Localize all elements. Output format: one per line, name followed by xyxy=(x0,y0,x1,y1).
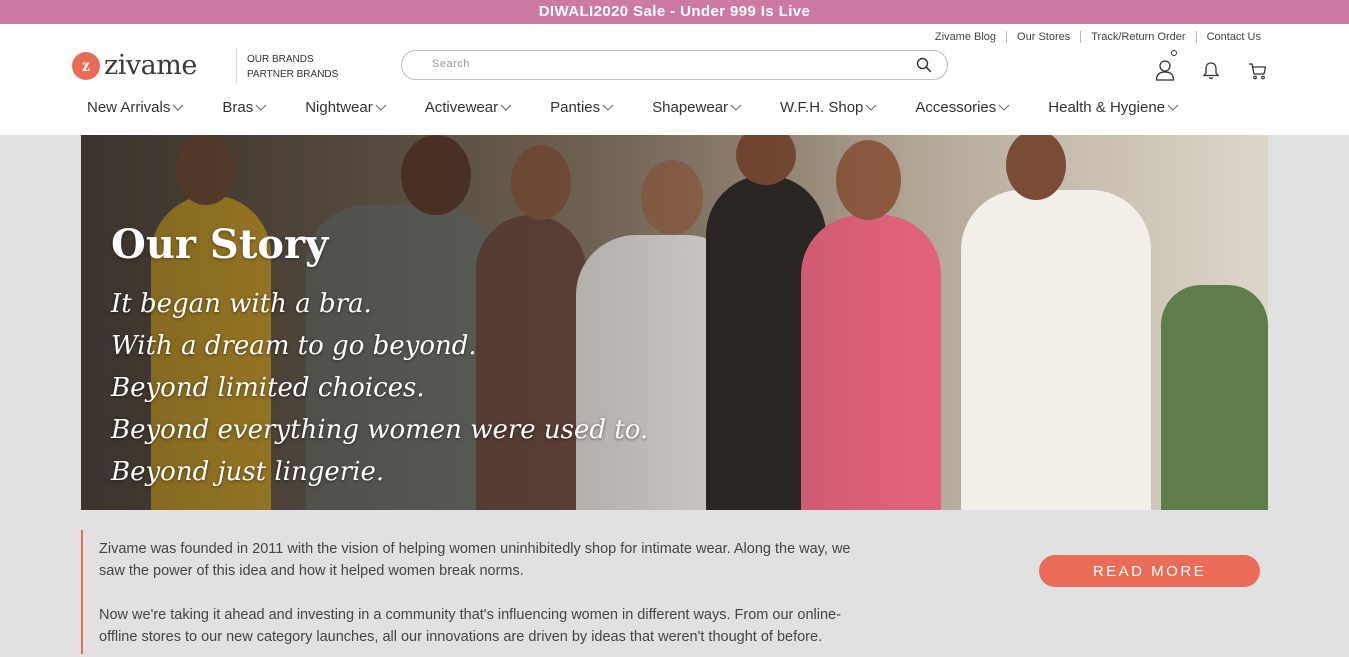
hero-line: Beyond everything women were used to. xyxy=(111,415,649,445)
nav-label: Panties xyxy=(550,98,601,116)
bell-icon[interactable] xyxy=(1202,61,1220,85)
partner-brands-link[interactable]: PARTNER BRANDS xyxy=(247,67,338,82)
nav-wfh-shop[interactable]: W.F.H. Shop xyxy=(780,98,877,116)
utility-links: Zivame Blog Our Stores Track/Return Orde… xyxy=(925,31,1271,43)
read-more-button[interactable]: READ MORE xyxy=(1039,555,1260,587)
nav-bras[interactable]: Bras xyxy=(222,98,267,116)
hero-tagline: It began with a bra. With a dream to go … xyxy=(111,283,648,493)
nav-label: Accessories xyxy=(915,98,997,116)
brand-divider xyxy=(236,48,237,84)
promo-banner[interactable]: DIWALI2020 Sale - Under 999 Is Live xyxy=(0,0,1349,24)
cart-icon[interactable] xyxy=(1248,62,1267,85)
search-bar[interactable] xyxy=(401,50,948,80)
nav-shapewear[interactable]: Shapewear xyxy=(652,98,742,116)
nav-nightwear[interactable]: Nightwear xyxy=(305,98,387,116)
chevron-down-icon xyxy=(998,99,1010,116)
search-input[interactable] xyxy=(432,58,892,70)
nav-activewear[interactable]: Activewear xyxy=(425,98,512,116)
util-link-stores[interactable]: Our Stores xyxy=(1006,31,1080,43)
brands-menu: OUR BRANDS PARTNER BRANDS xyxy=(247,52,338,82)
chevron-down-icon xyxy=(865,99,877,116)
hero-line: With a dream to go beyond. xyxy=(111,331,477,361)
nav-label: Bras xyxy=(222,98,254,116)
story-text: Zivame was founded in 2011 with the visi… xyxy=(81,530,871,654)
zivame-logo[interactable]: z zivame xyxy=(72,50,197,81)
nav-label: Nightwear xyxy=(305,98,373,116)
chevron-down-icon xyxy=(172,99,184,116)
hero-title: Our Story xyxy=(111,221,329,268)
util-link-track-order[interactable]: Track/Return Order xyxy=(1080,31,1195,43)
nav-new-arrivals[interactable]: New Arrivals xyxy=(87,98,184,116)
logo-wordmark: zivame xyxy=(104,50,197,81)
chevron-down-icon xyxy=(255,99,267,116)
chevron-down-icon xyxy=(375,99,387,116)
story-paragraph-1: Zivame was founded in 2011 with the visi… xyxy=(99,541,851,579)
nav-accessories[interactable]: Accessories xyxy=(915,98,1010,116)
our-story-hero: Our Story It began with a bra. With a dr… xyxy=(81,135,1268,510)
nav-label: New Arrivals xyxy=(87,98,171,116)
logo-mark: z xyxy=(72,51,100,80)
chevron-down-icon xyxy=(500,99,512,116)
chevron-down-icon xyxy=(1167,99,1179,116)
story-paragraph-2: Now we're taking it ahead and investing … xyxy=(99,607,841,645)
nav-label: Activewear xyxy=(424,98,499,116)
nav-panties[interactable]: Panties xyxy=(550,98,614,116)
nav-label: W.F.H. Shop xyxy=(780,98,864,116)
hero-line: It began with a bra. xyxy=(111,289,372,319)
nav-health-hygiene[interactable]: Health & Hygiene xyxy=(1048,98,1179,116)
site-header: Zivame Blog Our Stores Track/Return Orde… xyxy=(0,24,1349,135)
user-icon[interactable] xyxy=(1155,59,1175,86)
main-nav: New Arrivals Bras Nightwear Activewear P… xyxy=(72,98,1179,116)
nav-label: Health & Hygiene xyxy=(1048,98,1165,116)
search-icon[interactable] xyxy=(916,57,932,78)
hero-line: Beyond just lingerie. xyxy=(111,457,385,487)
chevron-down-icon xyxy=(602,99,614,116)
account-indicator-dot xyxy=(1171,50,1177,56)
util-link-contact[interactable]: Contact Us xyxy=(1195,31,1271,43)
chevron-down-icon xyxy=(730,99,742,116)
our-brands-link[interactable]: OUR BRANDS xyxy=(247,52,338,67)
hero-line: Beyond limited choices. xyxy=(111,373,425,403)
nav-label: Shapewear xyxy=(652,98,729,116)
util-link-blog[interactable]: Zivame Blog xyxy=(925,31,1006,43)
